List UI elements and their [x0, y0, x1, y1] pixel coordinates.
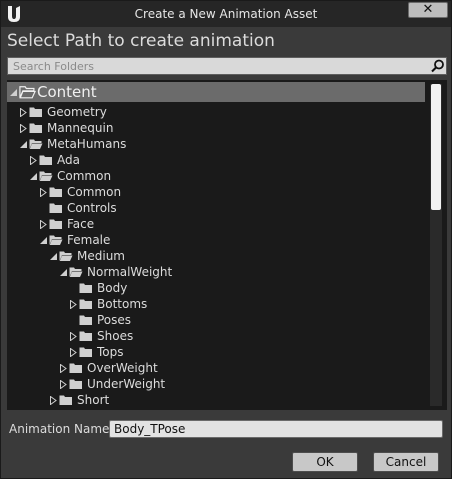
expand-arrow-collapsed-icon[interactable]	[39, 220, 48, 229]
tree-row[interactable]: Bottoms	[7, 296, 425, 312]
close-button[interactable]: ✕	[408, 2, 448, 18]
tree-row-label: Tops	[97, 345, 124, 359]
expand-arrow-collapsed-icon[interactable]	[59, 380, 68, 389]
tree-row[interactable]: UnderWeight	[7, 376, 425, 392]
tree-row-label: Common	[67, 185, 122, 199]
search-input[interactable]	[10, 58, 420, 74]
tree-row-label: Female	[67, 233, 111, 247]
expand-arrow-expanded-icon[interactable]	[29, 172, 38, 181]
tree-row[interactable]: Face	[7, 216, 425, 232]
tree-row-label: Geometry	[47, 105, 107, 119]
close-icon: ✕	[422, 2, 434, 17]
folder-open-icon	[39, 171, 53, 181]
tree-row-label: Common	[57, 169, 112, 183]
tree-row[interactable]: Common	[7, 168, 425, 184]
tree-row[interactable]: Body	[7, 280, 425, 296]
expand-arrow-collapsed-icon[interactable]	[59, 364, 68, 373]
expand-arrow-collapsed-icon[interactable]	[69, 332, 78, 341]
tree-row-label: Short	[77, 393, 110, 407]
folder-icon	[49, 203, 62, 213]
expand-arrow-expanded-icon[interactable]	[9, 88, 18, 97]
folder-icon	[59, 395, 72, 405]
tree-row[interactable]: Medium	[7, 248, 425, 264]
folder-icon	[29, 107, 42, 117]
title-bar: Create a New Animation Asset ✕	[1, 1, 451, 27]
folder-icon	[49, 219, 62, 229]
tree-row[interactable]: Geometry	[7, 104, 425, 120]
tree-row[interactable]: Content	[7, 82, 425, 102]
tree-row-label: Bottoms	[97, 297, 148, 311]
folder-open-icon	[19, 86, 36, 99]
tree-row[interactable]: NormalWeight	[7, 264, 425, 280]
folder-open-icon	[59, 251, 73, 261]
tree-row-label: OverWeight	[87, 361, 158, 375]
folder-open-icon	[49, 235, 63, 245]
tree-row-label: Ada	[57, 153, 80, 167]
tree-row-label: UnderWeight	[87, 377, 166, 391]
tree-row-label: Poses	[97, 313, 132, 327]
tree-row[interactable]: Short	[7, 392, 425, 408]
tree-row-label: Face	[67, 217, 95, 231]
tree-row[interactable]: Controls	[7, 200, 425, 216]
tree-row[interactable]: MetaHumans	[7, 136, 425, 152]
tree-row[interactable]: Shoes	[7, 328, 425, 344]
dialog-heading: Select Path to create animation	[7, 31, 275, 51]
folder-tree-rows: Content Geometry Mannequin MetaHumans Ada Com…	[7, 80, 427, 410]
tree-row-label: NormalWeight	[87, 265, 173, 279]
expand-arrow-collapsed-icon[interactable]	[19, 108, 28, 117]
tree-row-label: Shoes	[97, 329, 134, 343]
expand-arrow-collapsed-icon[interactable]	[49, 396, 58, 405]
folder-icon	[49, 187, 62, 197]
ok-button[interactable]: OK	[292, 452, 358, 472]
folder-open-icon	[29, 139, 43, 149]
folder-icon	[79, 283, 92, 293]
tree-row-label: Medium	[77, 249, 125, 263]
tree-row-label: Content	[37, 83, 97, 101]
tree-row[interactable]: Ada	[7, 152, 425, 168]
tree-row-label: Controls	[67, 201, 117, 215]
scrollbar-thumb[interactable]	[431, 84, 441, 210]
tree-row[interactable]: Tops	[7, 344, 425, 360]
expand-arrow-expanded-icon[interactable]	[49, 252, 58, 261]
tree-row[interactable]: Mannequin	[7, 120, 425, 136]
tree-row[interactable]: Common	[7, 184, 425, 200]
search-box	[7, 57, 447, 75]
expand-arrow-collapsed-icon[interactable]	[69, 348, 78, 357]
expand-arrow-collapsed-icon[interactable]	[39, 188, 48, 197]
expand-arrow-expanded-icon[interactable]	[19, 140, 28, 149]
expand-arrow-expanded-icon[interactable]	[59, 268, 68, 277]
folder-tree: Content Geometry Mannequin MetaHumans Ada Com…	[7, 80, 447, 410]
folder-open-icon	[69, 267, 83, 277]
search-icon[interactable]	[431, 59, 445, 73]
dialog-window: Create a New Animation Asset ✕ Select Pa…	[0, 0, 452, 479]
window-title: Create a New Animation Asset	[134, 7, 318, 21]
folder-icon	[69, 363, 82, 373]
folder-icon	[79, 315, 92, 325]
folder-icon	[79, 331, 92, 341]
expand-arrow-collapsed-icon[interactable]	[69, 300, 78, 309]
folder-icon	[69, 379, 82, 389]
tree-row[interactable]: Female	[7, 232, 425, 248]
expand-arrow-collapsed-icon[interactable]	[19, 124, 28, 133]
folder-icon	[79, 299, 92, 309]
folder-icon	[39, 155, 52, 165]
tree-row-label: Mannequin	[47, 121, 114, 135]
tree-row-label: MetaHumans	[47, 137, 127, 151]
cancel-button[interactable]: Cancel	[373, 452, 439, 472]
tree-row-label: Body	[97, 281, 128, 295]
tree-row[interactable]: Poses	[7, 312, 425, 328]
expand-arrow-collapsed-icon[interactable]	[29, 156, 38, 165]
expand-arrow-expanded-icon[interactable]	[39, 236, 48, 245]
tree-row-partial	[7, 409, 425, 410]
folder-icon	[79, 347, 92, 357]
animation-name-input[interactable]	[109, 420, 443, 438]
tree-row[interactable]: OverWeight	[7, 360, 425, 376]
animation-name-label: Animation Name	[9, 422, 110, 436]
folder-icon	[29, 123, 42, 133]
